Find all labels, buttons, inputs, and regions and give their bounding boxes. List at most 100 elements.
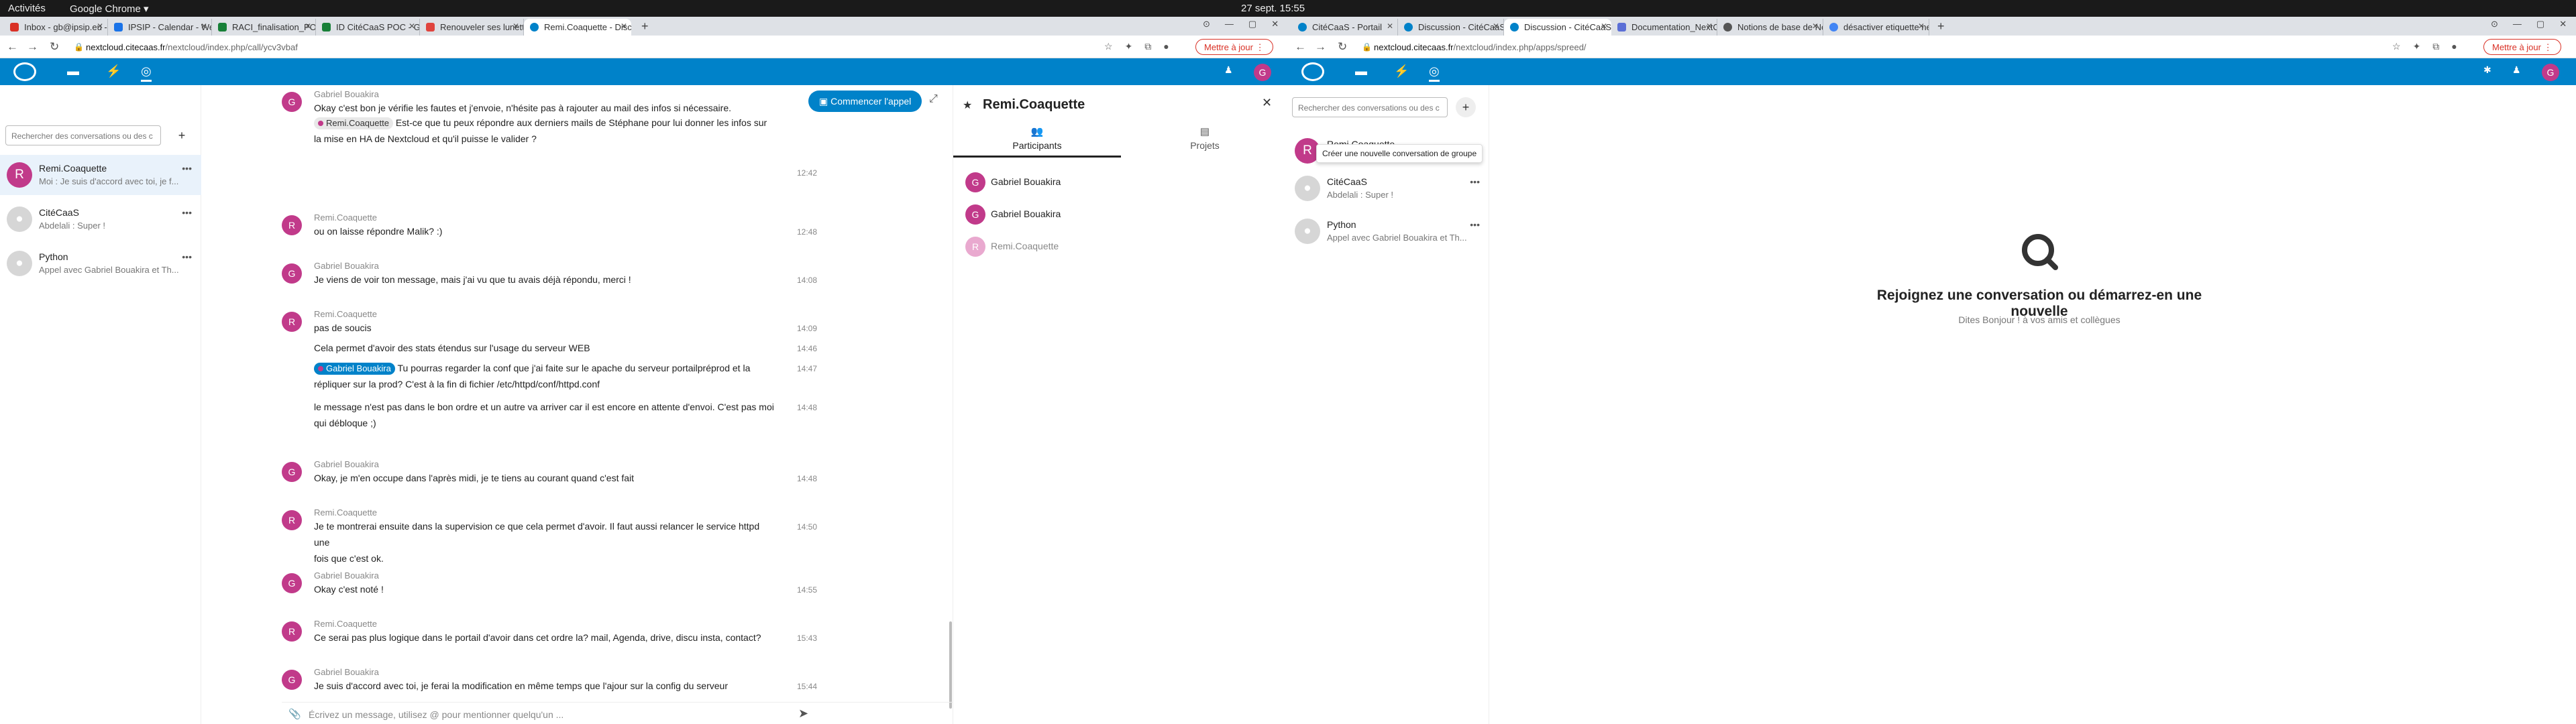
nextcloud-logo[interactable] bbox=[13, 62, 36, 81]
forward-icon[interactable]: → bbox=[1315, 40, 1326, 54]
participant-item[interactable]: G Gabriel Bouakira bbox=[953, 166, 1288, 198]
scrollbar[interactable] bbox=[949, 621, 952, 709]
reload-icon[interactable]: ↻ bbox=[1338, 40, 1347, 54]
conversation-item[interactable]: ● CitéCaaS Abdelali : Super ! ••• bbox=[1288, 168, 1489, 208]
more-icon[interactable]: ••• bbox=[182, 207, 192, 218]
browser-tab[interactable]: ID CitéCaaS POC - Google✕ bbox=[316, 19, 420, 36]
favorite-star-icon[interactable]: ★ bbox=[963, 99, 972, 112]
talk-icon[interactable]: ◎ bbox=[1429, 64, 1440, 82]
reload-icon[interactable]: ↻ bbox=[50, 40, 59, 54]
user-avatar[interactable]: G bbox=[1254, 64, 1271, 81]
forward-icon[interactable]: → bbox=[27, 40, 38, 54]
close-icon[interactable]: ✕ bbox=[1918, 21, 1925, 31]
minimize-icon[interactable]: — bbox=[2513, 19, 2522, 29]
close-icon[interactable]: ✕ bbox=[1812, 21, 1819, 31]
tab-search-icon[interactable]: ⊙ bbox=[1203, 19, 1210, 29]
clock[interactable]: 27 sept. 15:55 bbox=[1241, 3, 1305, 14]
back-icon[interactable]: ← bbox=[7, 40, 18, 54]
browser-tab[interactable]: Discussion - CitéCaaS Dri✕ bbox=[1398, 19, 1504, 36]
mention-chip[interactable]: Remi.Coaquette bbox=[314, 117, 393, 129]
browser-tab[interactable]: désactiver etiquette next ✕ bbox=[1823, 19, 1929, 36]
maximize-icon[interactable]: ▢ bbox=[1248, 19, 1256, 29]
message-composer[interactable]: 📎 Écrivez un message, utilisez @ pour me… bbox=[282, 702, 953, 724]
settings-icon[interactable]: ✱ bbox=[2483, 64, 2491, 76]
activity-icon[interactable]: ⚡ bbox=[1394, 64, 1409, 78]
puzzle-icon[interactable]: ⧉ bbox=[2432, 41, 2439, 52]
maximize-icon[interactable]: ▢ bbox=[2536, 19, 2544, 29]
close-icon[interactable]: ✕ bbox=[513, 21, 519, 31]
new-tab-button[interactable]: + bbox=[1937, 19, 1945, 34]
avatar: R bbox=[282, 312, 302, 332]
profile-icon[interactable]: ● bbox=[2451, 41, 2457, 52]
conversation-item[interactable]: ● Python Appel avec Gabriel Bouakira et … bbox=[0, 243, 201, 284]
mention-chip-self[interactable]: Gabriel Bouakira bbox=[314, 363, 395, 375]
files-icon[interactable]: ▬ bbox=[1355, 64, 1367, 78]
tab-label: Discussion - CitéCaaS Dri bbox=[1524, 22, 1611, 32]
close-icon[interactable]: ✕ bbox=[201, 21, 207, 31]
extension-icon[interactable]: ✦ bbox=[1125, 41, 1133, 52]
user-avatar[interactable]: G bbox=[2542, 64, 2559, 81]
app-menu[interactable]: Google Chrome ▾ bbox=[70, 3, 149, 15]
browser-tab[interactable]: CitéCaaS - Portail ✕ bbox=[1292, 19, 1398, 36]
profile-icon[interactable]: ● bbox=[1163, 41, 1169, 52]
close-icon[interactable]: ✕ bbox=[97, 21, 103, 31]
conversation-item[interactable]: ● Python Appel avec Gabriel Bouakira et … bbox=[1288, 211, 1489, 251]
close-icon[interactable]: ✕ bbox=[1493, 21, 1499, 31]
browser-tab[interactable]: Inbox - gb@ipsip.eu - IPSIP✕ bbox=[4, 19, 108, 36]
close-window-icon[interactable]: ✕ bbox=[1271, 19, 1279, 29]
more-icon[interactable]: ••• bbox=[182, 251, 192, 262]
browser-tab[interactable]: IPSIP - Calendar - Week of✕ bbox=[108, 19, 212, 36]
minimize-icon[interactable]: — bbox=[1225, 19, 1234, 29]
more-icon[interactable]: ••• bbox=[182, 163, 192, 174]
search-input[interactable]: Rechercher des conversations ou des c bbox=[1292, 97, 1448, 117]
new-conversation-button[interactable]: + bbox=[1456, 97, 1476, 117]
update-button[interactable]: Mettre à jour ⋮ bbox=[2483, 39, 2561, 55]
fullscreen-icon[interactable]: ⤢ bbox=[929, 93, 938, 105]
conversation-item[interactable]: ● CitéCaaS Abdelali : Super ! ••• bbox=[0, 199, 201, 239]
search-input[interactable]: Rechercher des conversations ou des c bbox=[5, 125, 161, 145]
puzzle-icon[interactable]: ⧉ bbox=[1144, 41, 1151, 52]
close-icon[interactable]: ✕ bbox=[1262, 96, 1272, 110]
browser-tab[interactable]: Documentation_NextClo ✕ bbox=[1611, 19, 1717, 36]
back-icon[interactable]: ← bbox=[1295, 40, 1306, 54]
browser-tab-active[interactable]: Discussion - CitéCaaS Dri✕ bbox=[1504, 19, 1611, 36]
participant-item[interactable]: G Gabriel Bouakira bbox=[953, 198, 1288, 230]
close-icon[interactable]: ✕ bbox=[409, 21, 415, 31]
empty-state-subtitle: Dites Bonjour ! à vos amis et collègues bbox=[1958, 314, 2121, 325]
new-conversation-button[interactable]: + bbox=[172, 125, 192, 145]
talk-icon[interactable]: ◎ bbox=[141, 64, 152, 82]
bookmark-star-icon[interactable]: ☆ bbox=[1104, 41, 1113, 52]
new-tab-button[interactable]: + bbox=[641, 19, 649, 34]
close-window-icon[interactable]: ✕ bbox=[2559, 19, 2567, 29]
browser-tab[interactable]: RACI_finalisation_POC_C✕ bbox=[212, 19, 316, 36]
activities-button[interactable]: Activités bbox=[8, 3, 46, 14]
activity-icon[interactable]: ⚡ bbox=[106, 64, 121, 78]
extension-icon[interactable]: ✦ bbox=[2413, 41, 2421, 52]
notifications-icon[interactable]: ♟ bbox=[2512, 64, 2521, 76]
update-button[interactable]: Mettre à jour ⋮ bbox=[1195, 39, 1273, 55]
conversation-item[interactable]: R Remi.Coaquette Moi : Je suis d'accord … bbox=[0, 155, 201, 195]
nextcloud-logo[interactable] bbox=[1301, 62, 1324, 81]
participant-item[interactable]: R Remi.Coaquette bbox=[953, 230, 1288, 262]
tab-search-icon[interactable]: ⊙ bbox=[2491, 19, 2498, 29]
browser-tab-active[interactable]: Remi.Coaquette - Discuss✕ bbox=[524, 19, 631, 36]
attachment-icon[interactable]: 📎 bbox=[288, 708, 301, 720]
close-icon[interactable]: ✕ bbox=[1601, 21, 1607, 31]
url-field[interactable]: 🔒 nextcloud.citecaas.fr/nextcloud/index.p… bbox=[67, 40, 872, 55]
close-icon[interactable]: ✕ bbox=[1387, 21, 1393, 31]
more-icon[interactable]: ••• bbox=[1470, 219, 1480, 230]
close-icon[interactable]: ✕ bbox=[305, 21, 311, 31]
files-icon[interactable]: ▬ bbox=[67, 64, 79, 78]
tab-projects[interactable]: ▤ Projets bbox=[1121, 125, 1288, 158]
url-field[interactable]: 🔒 nextcloud.citecaas.fr/nextcloud/index.p… bbox=[1355, 40, 2160, 55]
start-call-button[interactable]: ▣ Commencer l'appel bbox=[808, 90, 922, 112]
close-icon[interactable]: ✕ bbox=[1706, 21, 1713, 31]
browser-tab[interactable]: Renouveler ses lunettes✕ bbox=[420, 19, 524, 36]
tab-participants[interactable]: 👥 Participants bbox=[953, 125, 1121, 158]
more-icon[interactable]: ••• bbox=[1470, 176, 1480, 187]
bookmark-star-icon[interactable]: ☆ bbox=[2392, 41, 2401, 52]
send-icon[interactable]: ➤ bbox=[798, 707, 808, 721]
notifications-icon[interactable]: ♟ bbox=[1224, 64, 1233, 76]
close-icon[interactable]: ✕ bbox=[621, 21, 627, 31]
browser-tab[interactable]: Notions de base de Nexto✕ bbox=[1717, 19, 1823, 36]
